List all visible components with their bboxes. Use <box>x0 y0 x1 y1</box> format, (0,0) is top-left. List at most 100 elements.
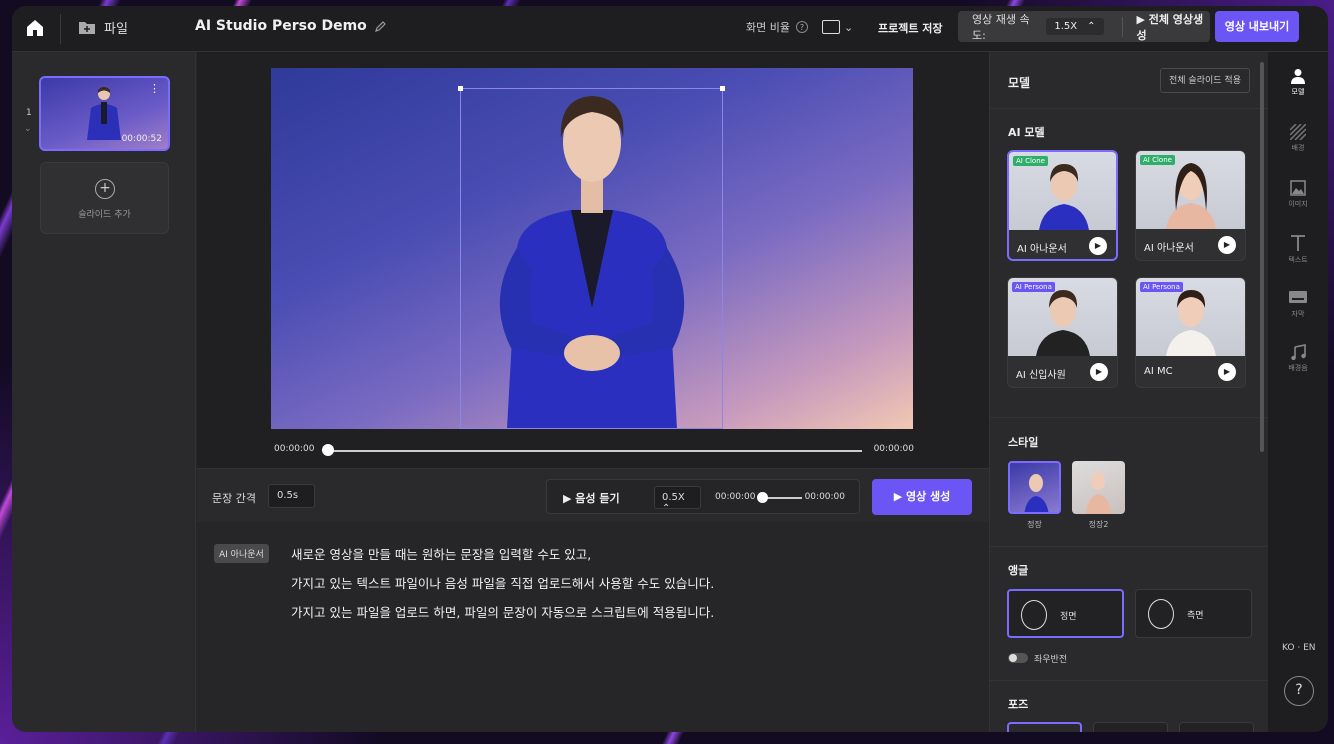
angle-option-side[interactable]: 측면 <box>1135 589 1252 638</box>
audio-preview: ▶ 음성 듣기 0.5X ⌃ 00:00:00 00:00:00 <box>546 479 860 514</box>
toggle-knob <box>1009 654 1017 662</box>
model-name: AI MC <box>1144 366 1173 377</box>
top-bar: 파일 AI Studio Perso Demo 화면 비율 ? ⌄ 프로젝트 저… <box>12 6 1328 52</box>
style-label: 정장2 <box>1088 520 1109 529</box>
script-line[interactable]: 새로운 영상을 만들 때는 원하는 문장을 입력할 수도 있고, <box>291 544 591 563</box>
generate-video-button[interactable]: ▶ 영상 생성 <box>872 479 972 515</box>
sidebar-item-music[interactable]: 배경음 <box>1268 344 1328 373</box>
generate-all-button[interactable]: ▶ 전체 영상생성 <box>1136 11 1210 43</box>
sentence-gap-input[interactable]: 0.5s <box>268 484 315 508</box>
angle-option-front[interactable]: 정면 <box>1007 589 1124 638</box>
sentence-gap-label: 문장 간격 <box>212 492 256 505</box>
video-timeline: 00:00:00 00:00:00 <box>274 444 914 458</box>
more-icon[interactable]: ⋮ <box>149 82 160 95</box>
background-icon <box>1290 124 1306 140</box>
pose-option[interactable] <box>1007 722 1082 732</box>
help-button[interactable]: ? <box>1284 676 1314 706</box>
chevron-down-icon: ⌄ <box>843 20 854 34</box>
music-icon <box>1291 344 1306 360</box>
model-badge: AI Clone <box>1013 156 1048 166</box>
sidebar-label: 배경 <box>1291 144 1305 152</box>
ratio-select[interactable]: ⌄ <box>821 20 854 34</box>
app-window: 파일 AI Studio Perso Demo 화면 비율 ? ⌄ 프로젝트 저… <box>12 6 1328 732</box>
person-icon <box>1291 69 1305 84</box>
flip-toggle[interactable] <box>1008 653 1028 663</box>
pencil-icon[interactable] <box>374 20 386 32</box>
play-icon[interactable]: ▶ <box>1218 236 1236 254</box>
flip-label: 좌우반전 <box>1034 655 1068 665</box>
divider <box>990 417 1269 418</box>
timeline-track[interactable] <box>328 450 862 452</box>
angle-label: 측면 <box>1187 611 1204 621</box>
scrollbar[interactable] <box>1260 62 1264 452</box>
divider <box>60 14 61 44</box>
speed-select[interactable]: 1.5X ⌃ <box>1046 18 1104 35</box>
video-preview[interactable] <box>271 68 913 429</box>
slide-duration: 00:00:52 <box>121 134 162 144</box>
model-name: AI 아나운서 <box>1144 243 1194 254</box>
timeline-knob[interactable] <box>322 444 334 456</box>
chevron-down-icon[interactable]: ⌄ <box>24 124 32 134</box>
total-time: 00:00:00 <box>873 444 914 454</box>
model-card[interactable]: AI Persona AI MC ▶ <box>1135 277 1246 388</box>
play-icon[interactable]: ▶ <box>1089 237 1107 255</box>
model-badge: AI Persona <box>1012 282 1055 292</box>
style-option[interactable] <box>1008 461 1061 514</box>
pose-heading: 포즈 <box>1008 698 1029 711</box>
listen-button[interactable]: ▶ 음성 듣기 <box>563 490 620 506</box>
style-option[interactable] <box>1072 461 1125 514</box>
speed-control: 영상 재생 속도: 1.5X ⌃ ▶ 전체 영상생성 <box>958 11 1210 42</box>
play-icon[interactable]: ▶ <box>1090 363 1108 381</box>
model-card[interactable]: AI Clone AI 아나운서 ▶ <box>1007 150 1118 261</box>
audio-current-time: 00:00:00 <box>715 492 756 502</box>
add-slide-label: 슬라이드 추가 <box>78 210 131 220</box>
save-project-button[interactable]: 프로젝트 저장 <box>878 20 943 36</box>
text-icon <box>1291 235 1305 251</box>
file-label: 파일 <box>104 22 128 37</box>
divider <box>1121 16 1123 37</box>
language-switch[interactable]: KO · EN <box>1282 643 1316 653</box>
sidebar-item-text[interactable]: 텍스트 <box>1268 234 1328 265</box>
sidebar-item-subtitle[interactable]: 자막 <box>1268 290 1328 319</box>
export-video-button[interactable]: 영상 내보내기 <box>1215 11 1299 42</box>
speed-label: 영상 재생 속도: <box>972 12 1030 42</box>
speaker-tag[interactable]: AI 아나운서 <box>214 544 269 563</box>
sidebar-item-background[interactable]: 배경 <box>1268 124 1328 153</box>
selection-box[interactable] <box>458 86 725 429</box>
home-icon[interactable] <box>24 17 46 39</box>
script-line[interactable]: 가지고 있는 텍스트 파일이나 음성 파일을 직접 업로드해서 사용할 수도 있… <box>291 573 714 592</box>
angle-label: 정면 <box>1060 612 1077 622</box>
face-front-icon <box>1021 600 1047 630</box>
audio-rate-select[interactable]: 0.5X ⌃ <box>654 486 701 514</box>
panel-title: 모델 <box>1008 76 1031 90</box>
pose-option[interactable] <box>1179 722 1254 732</box>
model-card[interactable]: AI Persona AI 신입사원 ▶ <box>1007 277 1118 388</box>
audio-knob[interactable] <box>757 492 768 503</box>
help-icon[interactable]: ? <box>795 21 808 33</box>
properties-panel: 모델 전체 슬라이드 적용 AI 모델 AI Clone AI 아나운서 ▶ AI … <box>989 52 1269 732</box>
add-slide-button[interactable]: + 슬라이드 추가 <box>40 162 169 234</box>
resize-handle[interactable] <box>720 86 725 91</box>
image-icon <box>1290 180 1306 196</box>
ratio-label: 화면 비율 <box>746 21 790 34</box>
slide-thumbnail[interactable]: ⋮ 00:00:52 <box>39 76 170 151</box>
audio-track[interactable] <box>762 497 802 499</box>
script-editor[interactable]: AI 아나운서 새로운 영상을 만들 때는 원하는 문장을 입력할 수도 있고,… <box>197 522 989 732</box>
project-title-text: AI Studio Perso Demo <box>195 18 367 34</box>
apply-all-button[interactable]: 전체 슬라이드 적용 <box>1160 68 1250 93</box>
slide-panel: 1 ⌄ ⋮ 00:00:52 + 슬라이드 추가 <box>12 52 196 732</box>
editor-canvas: 00:00:00 00:00:00 <box>197 52 989 468</box>
portrait-icon <box>821 20 840 34</box>
model-card[interactable]: AI Clone AI 아나운서 ▶ <box>1135 150 1246 261</box>
subtitle-icon <box>1289 291 1307 303</box>
pose-option[interactable] <box>1093 722 1168 732</box>
sidebar-item-model[interactable]: 모델 <box>1268 68 1328 97</box>
sidebar-label: 배경음 <box>1288 364 1308 372</box>
script-line[interactable]: 가지고 있는 파일을 업로드 하면, 파일의 문장이 자동으로 스크립트에 적용… <box>291 602 714 621</box>
style-label: 정장 <box>1027 520 1042 529</box>
project-title[interactable]: AI Studio Perso Demo <box>195 18 386 34</box>
resize-handle[interactable] <box>458 86 463 91</box>
play-icon[interactable]: ▶ <box>1218 363 1236 381</box>
sidebar-item-image[interactable]: 이미지 <box>1268 180 1328 209</box>
file-button[interactable]: 파일 <box>78 18 128 37</box>
